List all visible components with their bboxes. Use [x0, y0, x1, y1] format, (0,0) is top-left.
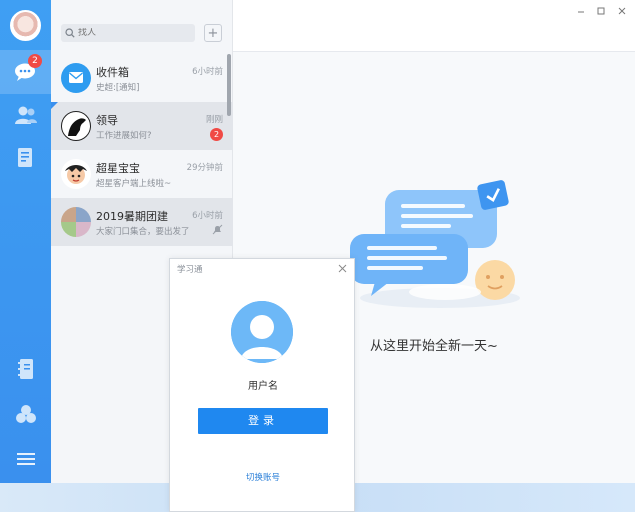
- switch-account-link[interactable]: 切换账号: [170, 471, 356, 483]
- add-button[interactable]: +: [204, 24, 222, 42]
- group-avatar: [61, 207, 91, 237]
- conversation-title: 领导: [96, 114, 118, 127]
- conversation-item-summer-team[interactable]: 2019暑期团建 大家门口集合，要出发了 6小时前: [51, 198, 233, 246]
- login-button[interactable]: 登录: [198, 408, 328, 434]
- group-photo-icon: [61, 207, 91, 237]
- close-icon: [618, 7, 626, 15]
- mascot-avatar: [61, 159, 91, 189]
- nav-rail: 2: [0, 0, 51, 483]
- user-silhouette-icon: [231, 301, 293, 363]
- document-icon: [17, 148, 32, 167]
- search-input[interactable]: [78, 28, 188, 38]
- conversation-title: 收件箱: [96, 66, 129, 79]
- mute-bell-icon: [212, 224, 223, 235]
- leader-avatar: [61, 111, 91, 141]
- conversation-time: 29分钟前: [186, 163, 223, 173]
- unread-count-badge: 2: [210, 128, 223, 141]
- username-label: 用户名: [248, 381, 278, 392]
- search-box[interactable]: [61, 24, 195, 42]
- conversation-preview: 史超:[通知]: [96, 83, 140, 93]
- menu-icon: [16, 453, 35, 465]
- rail-contacts-button[interactable]: [0, 93, 51, 137]
- close-window-button[interactable]: [614, 4, 630, 18]
- contacts-icon: [14, 106, 37, 124]
- dialog-close-button[interactable]: [336, 262, 348, 274]
- minimize-button[interactable]: [573, 4, 589, 18]
- search-icon: [65, 28, 75, 38]
- notebook-icon: [17, 359, 33, 379]
- rail-messages-button[interactable]: 2: [0, 50, 51, 94]
- conversation-preview: 超星客户端上线啦~: [96, 179, 172, 189]
- conversation-title: 超星宝宝: [96, 162, 140, 175]
- conversation-title: 2019暑期团建: [96, 210, 168, 223]
- mail-icon: [69, 72, 83, 83]
- conversation-item-chaoxing-baby[interactable]: 超星宝宝 超星客户端上线啦~ 29分钟前: [51, 150, 233, 198]
- conversation-item-inbox[interactable]: 收件箱 史超:[通知] 6小时前: [51, 54, 233, 102]
- conversation-preview: 大家门口集合，要出发了: [96, 227, 190, 237]
- rail-notes-button[interactable]: [0, 136, 51, 180]
- rail-menu-button[interactable]: [0, 437, 51, 481]
- inbox-avatar: [61, 63, 91, 93]
- default-user-avatar: [231, 301, 293, 363]
- minimize-icon: [578, 11, 584, 13]
- conversation-time: 刚刚: [205, 115, 223, 125]
- login-dialog: 学习通 用户名 登录 切换账号: [169, 258, 355, 512]
- dialog-title: 学习通: [177, 265, 203, 275]
- horse-silhouette-icon: [68, 118, 86, 136]
- conversation-item-leader[interactable]: 领导 工作进展如何? 刚刚 2: [51, 102, 233, 150]
- rail-notebook-button[interactable]: [0, 347, 51, 391]
- maximize-button[interactable]: [593, 4, 609, 18]
- unread-badge: 2: [28, 54, 42, 68]
- conversation-time: 6小时前: [192, 211, 223, 221]
- user-avatar[interactable]: [10, 10, 41, 41]
- list-scrollbar[interactable]: [227, 54, 231, 116]
- close-icon: [338, 264, 346, 272]
- apps-cluster-icon: [15, 405, 36, 423]
- maximize-icon: [597, 7, 605, 15]
- mascot-icon: [65, 165, 87, 184]
- rail-apps-button[interactable]: [0, 392, 51, 436]
- conversation-preview: 工作进展如何?: [96, 131, 152, 141]
- empty-state-chat-illustration: [350, 180, 520, 308]
- main-header: [233, 0, 635, 52]
- conversation-time: 6小时前: [192, 67, 223, 77]
- pinned-marker: [51, 102, 58, 109]
